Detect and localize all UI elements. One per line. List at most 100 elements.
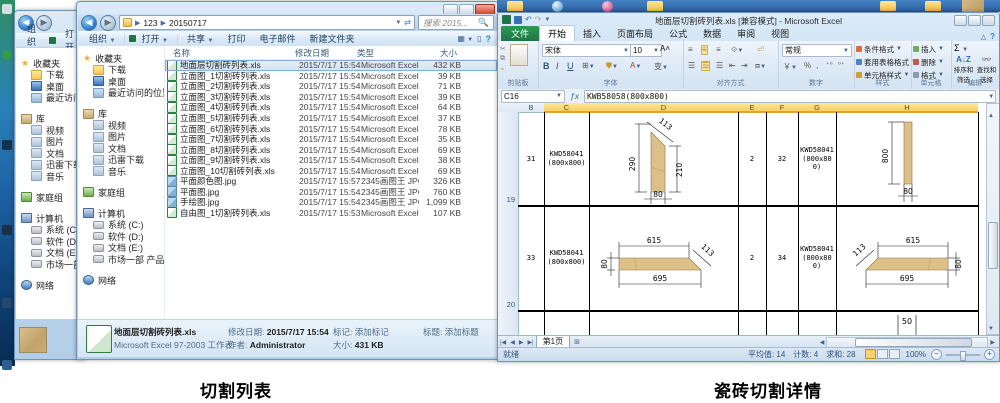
increase-decimal-icon[interactable]: ⁺⁰ xyxy=(826,61,833,69)
column-header-type[interactable]: 类型 xyxy=(357,47,415,59)
row-header-20[interactable]: 20 xyxy=(498,206,519,311)
taskbar-folder-icon[interactable] xyxy=(880,1,896,11)
row-header-19[interactable]: 19 xyxy=(498,112,519,206)
column-header-date[interactable]: 修改日期 xyxy=(295,47,357,59)
format-painter-icon[interactable]: ⌁ xyxy=(500,65,504,73)
comma-icon[interactable]: , xyxy=(816,61,818,70)
sidebar-group-homegroup[interactable]: 家庭组 xyxy=(16,191,85,203)
details-title-value[interactable]: 添加标题 xyxy=(445,327,479,337)
autosum-button[interactable]: Σ ▼ xyxy=(954,43,968,53)
align-center-icon[interactable]: ☰ xyxy=(701,61,710,71)
percent-icon[interactable]: % xyxy=(804,61,811,70)
column-header-size[interactable]: 大小 xyxy=(415,47,457,59)
details-tags-value[interactable]: 添加标记 xyxy=(355,327,389,337)
tab-home[interactable]: 开始 xyxy=(539,25,575,41)
row-header-21[interactable] xyxy=(498,311,519,335)
align-left-icon[interactable]: ☰ xyxy=(688,61,695,70)
sidebar-item-recent[interactable]: 最近访问的位置 xyxy=(78,87,164,99)
scroll-up-icon[interactable]: ▲ xyxy=(988,113,994,119)
cell-F19[interactable]: 32 xyxy=(766,112,798,206)
prev-sheet-icon[interactable]: ◀ xyxy=(508,339,517,346)
align-top-icon[interactable]: ≡ xyxy=(688,45,693,54)
insert-worksheet-icon[interactable]: ⊞ xyxy=(570,338,584,346)
sidebar-group-libraries[interactable]: 库 xyxy=(78,108,164,120)
scroll-down-icon[interactable]: ▼ xyxy=(988,326,994,332)
column-header-name[interactable]: 名称 xyxy=(165,47,295,59)
help-icon[interactable]: ? xyxy=(486,34,492,44)
explorer-window[interactable]: ◀ ▶ ▶ 123 ▶ 20150717 ▼ ⇄ 搜索 2015... 🔍 组织… xyxy=(76,1,499,360)
taskbar-folder-icon[interactable] xyxy=(925,1,941,11)
sidebar-group-libraries[interactable]: 库 xyxy=(16,113,85,125)
last-sheet-icon[interactable]: ▶| xyxy=(525,339,535,346)
sidebar-item-recent[interactable]: 最近访问的位置 xyxy=(16,92,85,104)
desktop-icon[interactable] xyxy=(2,140,12,150)
fill-color-button[interactable]: ⛊▼ xyxy=(606,61,618,71)
table-row[interactable]: 自由图_1切割砖列表.xls2015/7/17 15:53Microsoft E… xyxy=(165,208,497,219)
conditional-formatting-button[interactable]: 条件格式▼ xyxy=(856,44,902,54)
zoom-in-icon[interactable]: + xyxy=(984,349,995,360)
forward-icon[interactable]: ▶ xyxy=(100,15,116,31)
number-format-select[interactable]: 常规▼ xyxy=(782,44,852,57)
format-as-table-button[interactable]: 套用表格格式▼ xyxy=(856,57,917,67)
sidebar-item-share[interactable]: 市场一部 产品组（专用） xyxy=(16,259,85,271)
sidebar-item-music[interactable]: 音乐 xyxy=(78,166,164,178)
breadcrumb-item[interactable]: 20150717 xyxy=(169,18,207,28)
close-button[interactable] xyxy=(982,15,995,26)
desktop-icon[interactable] xyxy=(2,50,12,60)
sidebar-group-computer[interactable]: 计算机 xyxy=(16,212,85,224)
restore-button[interactable] xyxy=(968,15,981,26)
help-icon[interactable]: ? xyxy=(988,32,999,41)
increase-indent-icon[interactable]: ⇥ xyxy=(741,61,748,70)
tab-view[interactable]: 视图 xyxy=(763,26,797,41)
formula-expand-icon[interactable]: ▼ xyxy=(989,93,993,100)
taskbar-browser-icon[interactable] xyxy=(552,1,563,12)
cell-E19[interactable]: 2 xyxy=(738,112,766,206)
cell-E20[interactable]: 2 xyxy=(738,206,766,310)
scrollbar-thumb[interactable] xyxy=(988,222,998,269)
grow-font-icon[interactable]: A˄ xyxy=(660,44,670,53)
sidebar-group-favorites[interactable]: ★收藏夹 xyxy=(16,57,85,69)
taskbar-folder-icon[interactable] xyxy=(507,1,523,11)
zoom-slider[interactable] xyxy=(946,354,980,356)
cell-C19[interactable]: KWD58041(800x800) xyxy=(546,112,587,206)
align-right-icon[interactable]: ☰ xyxy=(716,61,723,70)
bold-button[interactable]: B xyxy=(543,61,550,71)
address-bar[interactable]: ▶ 123 ▶ 20150717 ▼ ⇄ xyxy=(119,15,415,30)
cut-icon[interactable]: ✂ xyxy=(500,45,506,53)
paste-button[interactable] xyxy=(510,44,528,66)
zoom-slider-thumb[interactable] xyxy=(960,351,966,361)
open-button[interactable]: 打开 ▼ xyxy=(136,31,172,46)
page-break-view-icon[interactable] xyxy=(889,349,900,359)
taskbar-app-icon[interactable] xyxy=(602,1,613,12)
vertical-scrollbar[interactable]: ▲ ▼ xyxy=(986,103,999,335)
view-options-icon[interactable]: ▦ ▼ xyxy=(457,34,473,43)
currency-icon[interactable]: ￥▼ xyxy=(783,61,797,72)
copy-icon[interactable]: ⧉ xyxy=(500,55,505,63)
decrease-decimal-icon[interactable]: ⁰⁺ xyxy=(838,61,845,69)
desktop-icon[interactable] xyxy=(2,360,12,370)
email-button[interactable]: 电子邮件 xyxy=(254,31,300,46)
orientation-icon[interactable]: ⟐▼ xyxy=(731,45,743,55)
italic-button[interactable]: I xyxy=(556,61,559,71)
search-input[interactable]: 搜索 2015... 🔍 xyxy=(418,15,494,30)
address-dropdown-icon[interactable]: ▼ xyxy=(395,20,401,26)
border-button[interactable]: ⊞▼ xyxy=(582,61,595,70)
new-folder-button[interactable]: 新建文件夹 xyxy=(304,31,359,46)
decrease-indent-icon[interactable]: ⇤ xyxy=(729,61,736,70)
taskbar-folder-icon[interactable] xyxy=(647,1,663,11)
zoom-out-icon[interactable]: − xyxy=(931,349,942,360)
font-color-button[interactable]: A▼ xyxy=(630,61,641,70)
cell-C20[interactable]: KWD58041(800x800) xyxy=(546,206,587,310)
sidebar-group-network[interactable]: 网络 xyxy=(16,279,85,291)
phonetic-button[interactable]: 变▼ xyxy=(654,61,668,72)
align-bottom-icon[interactable]: ≡ xyxy=(716,45,721,54)
cell-G19[interactable]: KWD58041(800x800) xyxy=(800,112,834,206)
first-sheet-icon[interactable]: |◀ xyxy=(498,339,508,346)
zoom-level[interactable]: 100% xyxy=(906,350,926,359)
desktop-icon[interactable] xyxy=(2,4,12,14)
underline-button[interactable]: U xyxy=(567,61,574,71)
horizontal-scrollbar[interactable] xyxy=(826,337,988,348)
cell-B20[interactable]: 33 xyxy=(518,206,544,310)
formula-input[interactable]: KWB58058(800x800)▼ xyxy=(584,90,996,103)
align-middle-icon[interactable]: ≡ xyxy=(701,45,708,55)
